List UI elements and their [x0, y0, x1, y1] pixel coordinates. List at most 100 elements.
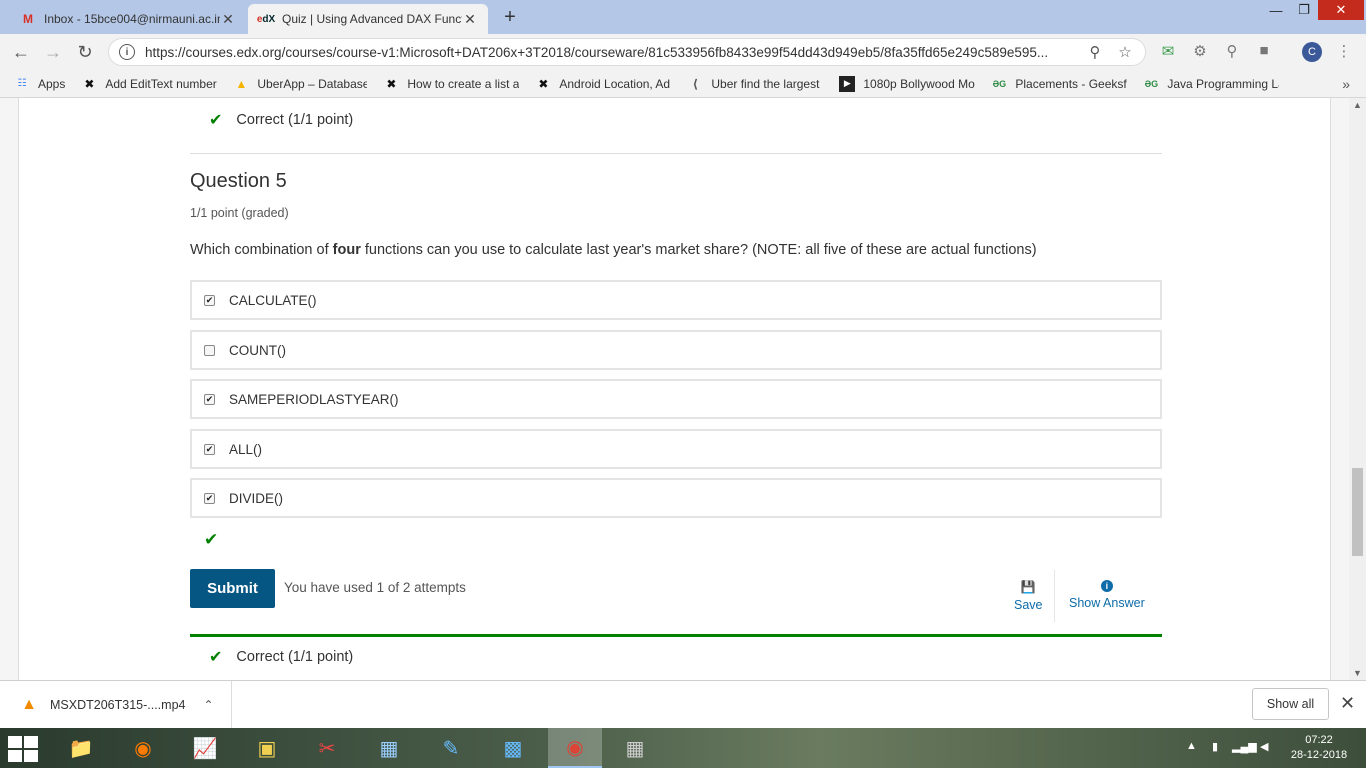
firebase-icon: ▲: [235, 76, 248, 91]
firefox-icon[interactable]: ◉: [126, 732, 160, 764]
page-scrollbar[interactable]: ▲ ▼: [1349, 98, 1366, 680]
divider: [190, 153, 1162, 154]
apps-grid-icon: ☷: [17, 78, 27, 89]
bookmark-item[interactable]: ƏG Java Programming La: [1143, 76, 1280, 92]
menu-icon[interactable]: ⋮: [1334, 42, 1354, 62]
question-points: 1/1 point (graded): [190, 206, 289, 220]
address-bar[interactable]: i https://courses.edx.org/courses/course…: [108, 38, 1146, 66]
snipping-tool-icon[interactable]: ✂: [310, 732, 344, 764]
previous-result: ✔ Correct (1/1 point): [209, 112, 354, 129]
submit-button[interactable]: Submit: [190, 569, 275, 608]
tray-expand-icon[interactable]: ▲: [1186, 740, 1197, 752]
window-close-icon[interactable]: ✕: [1318, 0, 1364, 20]
show-all-button[interactable]: Show all: [1252, 688, 1329, 720]
battery-icon[interactable]: ▮: [1212, 740, 1218, 753]
correct-check-icon: ✔: [204, 530, 219, 549]
window-controls: — ❐ ✕: [1262, 0, 1364, 22]
checkbox-checked[interactable]: ✔: [204, 492, 215, 504]
control-panel-icon[interactable]: ▩: [496, 732, 530, 764]
vlc-icon: ▲: [21, 696, 37, 713]
task-manager-icon[interactable]: 📈: [188, 732, 222, 764]
checkbox-checked[interactable]: ✔: [204, 294, 215, 306]
course-content: ✔ Correct (1/1 point) Question 5 1/1 poi…: [18, 98, 1331, 680]
calculator-icon[interactable]: ▦: [372, 732, 406, 764]
bookmark-item[interactable]: ✖ Android Location, Ad: [535, 76, 671, 92]
stackoverflow-icon: ✖: [538, 76, 549, 91]
bookmark-item[interactable]: ✖ How to create a list a: [383, 76, 519, 92]
new-tab-button[interactable]: +: [500, 6, 520, 29]
close-shelf-icon[interactable]: ✕: [1340, 693, 1355, 714]
bookmark-apps[interactable]: ☷ Apps: [14, 76, 66, 92]
tab-quiz[interactable]: edX Quiz | Using Advanced DAX Functions …: [248, 4, 488, 34]
extension-search-icon[interactable]: ⚲: [1222, 42, 1242, 62]
extension-bike-icon[interactable]: ⚙: [1190, 42, 1210, 62]
windows-taskbar: 📁 ◉ 📈 ▣ ✂ ▦ ✎ ▩ ◉ ▦ ▲ ▮ ▂▄▆ ◀ 07:22 28-1…: [0, 728, 1366, 768]
profile-avatar[interactable]: C: [1302, 42, 1322, 62]
tab-strip: M Inbox - 15bce004@nirmauni.ac.in ✕ e dX …: [0, 0, 1366, 34]
stackoverflow-icon: ✖: [84, 76, 95, 91]
checkbox-unchecked[interactable]: [204, 344, 215, 356]
volume-icon[interactable]: ◀: [1260, 740, 1268, 753]
bookmark-star-icon[interactable]: ☆: [1115, 43, 1135, 61]
choice-all[interactable]: ✔ ALL(): [190, 429, 1162, 469]
download-file-name: MSXDT206T315-....mp4: [50, 698, 186, 712]
scrollbar-thumb[interactable]: [1352, 468, 1363, 556]
gmail-icon: M: [23, 12, 33, 26]
checkbox-checked[interactable]: ✔: [204, 443, 215, 455]
download-item[interactable]: ▲ MSXDT206T315-....mp4 ⌃: [0, 681, 232, 729]
reload-icon[interactable]: ↻: [74, 42, 96, 64]
scroll-up-icon[interactable]: ▲: [1349, 100, 1366, 110]
back-icon[interactable]: ←: [10, 42, 32, 64]
code-icon: ⟨: [692, 76, 699, 91]
bookmark-item[interactable]: ▶ 1080p Bollywood Mo: [839, 75, 975, 92]
question-prompt: Which combination of four functions can …: [190, 242, 1037, 258]
save-button[interactable]: 💾 Save: [1014, 580, 1043, 612]
show-answer-button[interactable]: i Show Answer: [1069, 580, 1145, 610]
extension-icon[interactable]: ✉: [1158, 42, 1178, 62]
checkbox-checked[interactable]: ✔: [204, 393, 215, 405]
stackoverflow-icon: ✖: [386, 76, 397, 91]
question-title: Question 5: [190, 170, 287, 192]
close-tab-icon[interactable]: ✕: [220, 11, 236, 28]
file-explorer-icon[interactable]: 📁: [64, 732, 98, 764]
bookmark-item[interactable]: ▲ UberApp – Database: [233, 76, 367, 92]
chrome-icon[interactable]: ◉: [548, 728, 602, 768]
app-grid-icon[interactable]: ▦: [618, 732, 652, 764]
download-shelf: ▲ MSXDT206T315-....mp4 ⌃ Show all ✕: [0, 680, 1366, 729]
bookmark-item[interactable]: ✖ Add EditText number: [81, 76, 217, 92]
bookmarks-bar: ☷ Apps ✖ Add EditText number ▲ UberApp –…: [0, 70, 1366, 98]
choice-sameperiodlastyear[interactable]: ✔ SAMEPERIODLASTYEAR(): [190, 379, 1162, 419]
minimize-icon[interactable]: —: [1262, 0, 1290, 20]
check-icon: ✔: [209, 649, 223, 666]
bookmarks-overflow-icon[interactable]: »: [1342, 76, 1350, 92]
chevron-up-icon[interactable]: ⌃: [203, 698, 213, 712]
attempts-text: You have used 1 of 2 attempts: [284, 580, 466, 595]
choice-divide[interactable]: ✔ DIVIDE(): [190, 478, 1162, 518]
close-tab-icon[interactable]: ✕: [462, 11, 478, 28]
page-viewport: ✔ Correct (1/1 point) Question 5 1/1 poi…: [0, 98, 1366, 680]
url-text: https://courses.edx.org/courses/course-v…: [145, 44, 1049, 60]
bookmark-item[interactable]: ƏG Placements - Geeksfo: [991, 76, 1128, 92]
network-signal-icon[interactable]: ▂▄▆: [1232, 740, 1257, 753]
choice-count[interactable]: COUNT(): [190, 330, 1162, 370]
tab-gmail[interactable]: M Inbox - 15bce004@nirmauni.ac.in ✕: [10, 4, 246, 34]
geeksforgeeks-icon: ƏG: [992, 78, 1007, 89]
zoom-icon[interactable]: ⚲: [1085, 43, 1105, 61]
play-icon: ▶: [839, 75, 856, 92]
forward-icon[interactable]: →: [42, 42, 64, 64]
extension-box-icon[interactable]: ■: [1254, 42, 1274, 62]
scroll-down-icon[interactable]: ▼: [1349, 668, 1366, 678]
bookmark-item[interactable]: ⟨ Uber find the largest: [687, 76, 823, 92]
choice-calculate[interactable]: ✔ CALCULATE(): [190, 280, 1162, 320]
tab-title: Quiz | Using Advanced DAX Functions: [282, 12, 462, 26]
windows-start-icon[interactable]: [8, 736, 38, 762]
edx-icon: e dX: [256, 13, 276, 25]
site-info-icon[interactable]: i: [119, 44, 135, 60]
system-clock[interactable]: 07:22 28-12-2018: [1286, 733, 1352, 763]
result-bar: [190, 634, 1162, 637]
divider: [1054, 570, 1055, 622]
notepad-icon[interactable]: ✎: [434, 732, 468, 764]
restore-icon[interactable]: ❐: [1290, 0, 1318, 20]
sticky-notes-icon[interactable]: ▣: [250, 732, 284, 764]
clock-time: 07:22: [1305, 734, 1333, 746]
